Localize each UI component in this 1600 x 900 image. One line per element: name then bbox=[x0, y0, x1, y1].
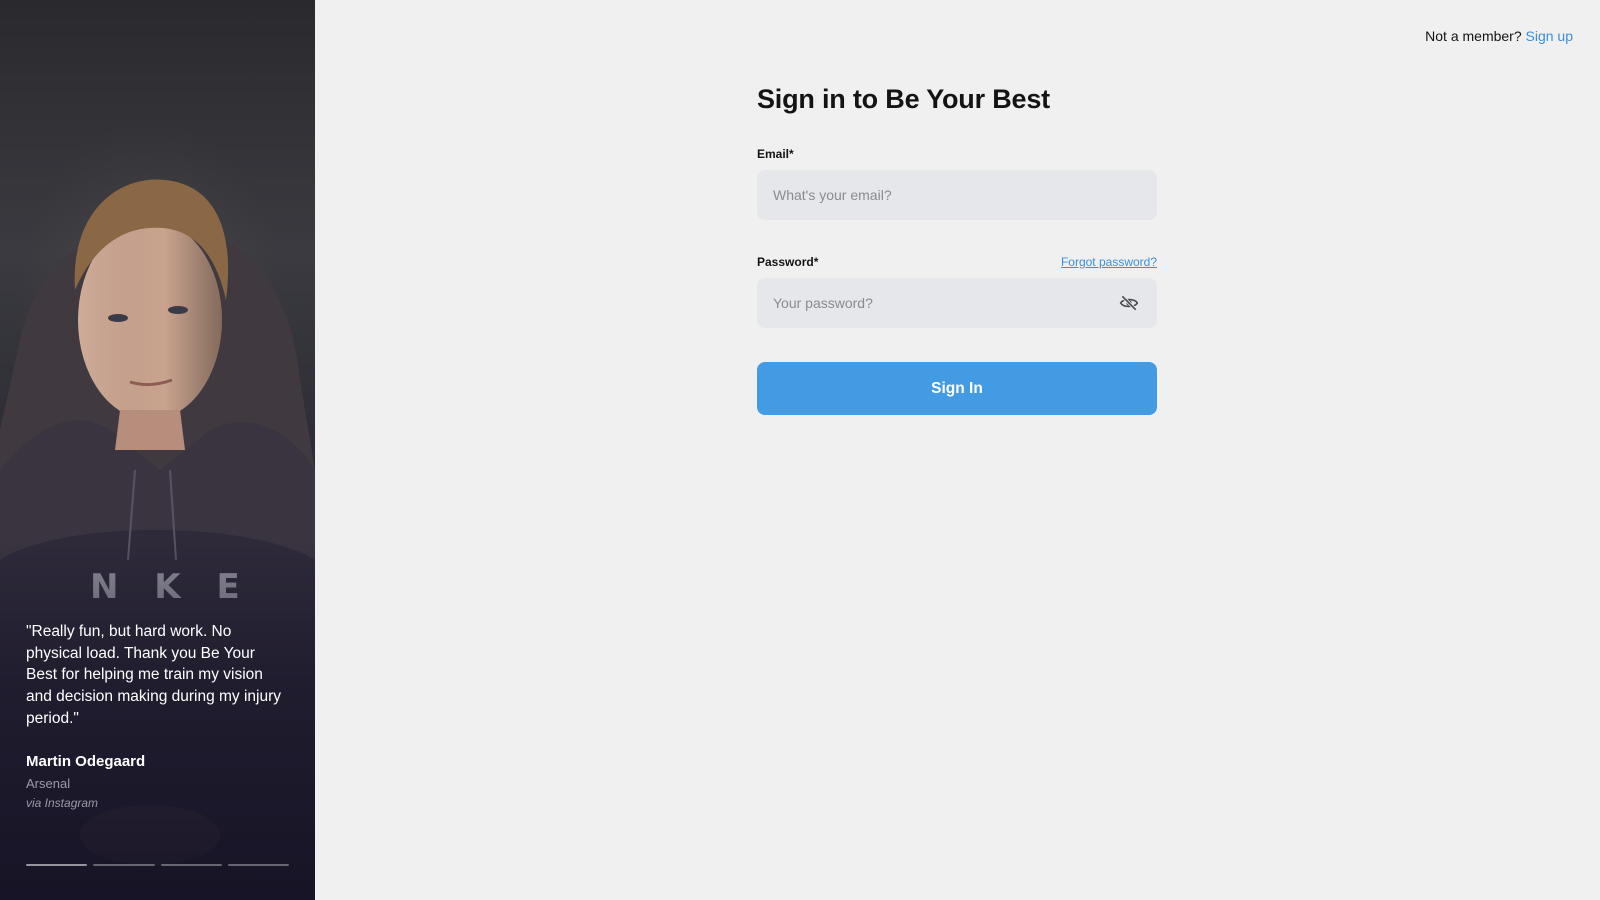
eye-off-icon[interactable] bbox=[1119, 293, 1139, 313]
sign-in-button[interactable]: Sign In bbox=[757, 362, 1157, 415]
carousel-dot-1[interactable] bbox=[26, 864, 88, 866]
signup-link[interactable]: Sign up bbox=[1526, 28, 1573, 44]
page-title: Sign in to Be Your Best bbox=[757, 84, 1050, 114]
carousel-indicators bbox=[26, 864, 289, 867]
password-label-row: Password* Forgot password? bbox=[757, 254, 1157, 270]
password-input[interactable] bbox=[773, 295, 1141, 311]
email-field-wrapper bbox=[757, 170, 1157, 220]
signup-prompt-text: Not a member? bbox=[1425, 28, 1522, 44]
forgot-password-link[interactable]: Forgot password? bbox=[1061, 255, 1157, 269]
carousel-dot-4[interactable] bbox=[227, 864, 289, 866]
carousel-dot-2[interactable] bbox=[93, 864, 155, 866]
email-label: Email* bbox=[757, 147, 794, 161]
signin-form: Sign in to Be Your Best Email* Password*… bbox=[757, 82, 1157, 415]
password-label: Password* bbox=[757, 255, 819, 269]
testimonial-club: Arsenal bbox=[26, 776, 71, 791]
testimonial-source: via Instagram bbox=[26, 796, 99, 810]
email-label-row: Email* bbox=[757, 146, 1157, 162]
testimonial-panel: N K E "Really fun, but hard work. No phy… bbox=[0, 0, 315, 900]
email-input[interactable] bbox=[773, 187, 1141, 203]
signup-prompt: Not a member? Sign up bbox=[1425, 28, 1573, 44]
password-field-wrapper bbox=[757, 278, 1157, 328]
carousel-dot-3[interactable] bbox=[160, 864, 222, 866]
testimonial-quote: "Really fun, but hard work. No physical … bbox=[26, 623, 282, 727]
testimonial-author: Martin Odegaard bbox=[26, 753, 146, 770]
